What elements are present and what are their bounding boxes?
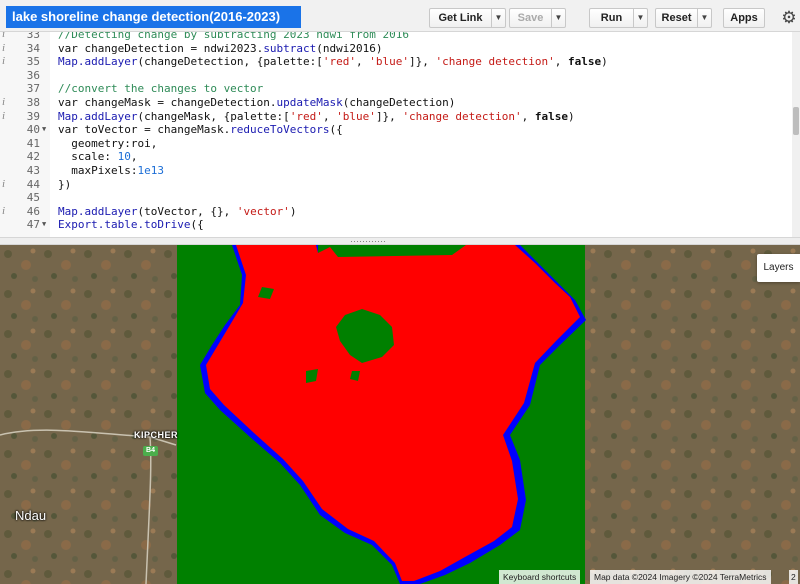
info-icon[interactable]: i xyxy=(2,55,12,69)
chevron-down-icon[interactable]: ▼ xyxy=(633,9,647,27)
code-line[interactable]: 36 xyxy=(0,69,792,83)
line-number: 37 xyxy=(26,82,40,96)
info-icon[interactable]: i xyxy=(2,32,12,42)
code-line[interactable]: 45 xyxy=(0,191,792,205)
line-number: 42 xyxy=(26,150,40,164)
info-icon[interactable]: i xyxy=(2,178,12,192)
reset-label: Reset xyxy=(661,12,692,24)
scale-indicator[interactable]: 2 xyxy=(789,570,798,584)
code-line[interactable]: i 35 Map.addLayer(changeDetection, {palett… xyxy=(0,55,792,69)
line-number: 35 xyxy=(26,55,40,69)
map-canvas[interactable] xyxy=(0,245,800,584)
get-link-label: Get Link xyxy=(438,12,483,24)
line-number: 47 xyxy=(26,218,40,232)
info-icon[interactable]: i xyxy=(2,110,12,124)
code-text: scale: 10, xyxy=(58,150,138,164)
code-line[interactable]: 41 geometry:roi, xyxy=(0,137,792,151)
reset-button[interactable]: Reset ▼ xyxy=(655,8,712,28)
line-number: 46 xyxy=(26,204,40,218)
line-number: 39 xyxy=(26,109,40,123)
editor-scrollbar-thumb[interactable] xyxy=(793,107,799,135)
run-button[interactable]: Run ▼ xyxy=(589,8,648,28)
chevron-down-icon[interactable]: ▼ xyxy=(551,9,565,27)
line-number: 40 xyxy=(26,123,40,137)
code-text: geometry:roi, xyxy=(58,136,158,150)
code-text: var changeMask = changeDetection.updateM… xyxy=(58,96,456,109)
get-link-button[interactable]: Get Link ▼ xyxy=(429,8,506,28)
line-number: 41 xyxy=(26,136,40,150)
editor-scrollbar[interactable] xyxy=(792,32,800,237)
code-text: Map.addLayer(changeMask, {palette:['red'… xyxy=(58,109,575,123)
code-line[interactable]: i 34 var changeDetection = ndwi2023.subtra… xyxy=(0,42,792,56)
panel-splitter[interactable] xyxy=(0,237,800,245)
drag-handle-icon[interactable] xyxy=(350,240,386,243)
fold-toggle-icon[interactable]: ▼ xyxy=(42,123,46,137)
code-line[interactable]: i 46 Map.addLayer(toVector, {}, 'vector') xyxy=(0,205,792,219)
line-number: 34 xyxy=(26,41,40,55)
info-icon[interactable]: i xyxy=(2,42,12,56)
layers-button[interactable]: Layers xyxy=(757,254,800,282)
road-shield-b4: B4 xyxy=(143,446,158,456)
code-text: //Detecting change by subtracting 2023 n… xyxy=(58,32,409,41)
map-view[interactable]: Layers xyxy=(0,245,800,584)
code-text: Map.addLayer(changeDetection, {palette:[… xyxy=(58,55,608,69)
line-number: 33 xyxy=(26,32,40,41)
code-line[interactable]: 40 ▼ var toVector = changeMask.reduceToVec… xyxy=(0,123,792,137)
gear-icon[interactable]: ⚙ xyxy=(778,7,800,29)
code-line[interactable]: 47 ▼ Export.table.toDrive({ xyxy=(0,218,792,232)
place-label-ndau: Ndau xyxy=(15,508,47,523)
code-line[interactable]: i 33 //Detecting change by subtracting 202… xyxy=(0,32,792,42)
keyboard-shortcuts-link[interactable]: Keyboard shortcuts xyxy=(499,570,581,584)
info-icon[interactable]: i xyxy=(2,205,12,219)
code-line[interactable]: i 39 Map.addLayer(changeMask, {palette:['r… xyxy=(0,110,792,124)
script-title: lake shoreline change detection(2016-202… xyxy=(6,6,301,28)
line-number: 36 xyxy=(26,68,40,82)
save-button[interactable]: Save ▼ xyxy=(509,8,566,28)
map-attribution: Map data ©2024 Imagery ©2024 TerraMetric… xyxy=(590,570,771,584)
info-icon[interactable]: i xyxy=(2,96,12,110)
code-line[interactable]: 43 maxPixels:1e13 xyxy=(0,164,792,178)
place-label-kipcher: KIPCHER xyxy=(134,430,179,440)
fold-toggle-icon[interactable]: ▼ xyxy=(42,218,46,232)
code-line[interactable]: 42 scale: 10, xyxy=(0,150,792,164)
line-number: 45 xyxy=(26,191,40,205)
code-text: var changeDetection = ndwi2023.subtract(… xyxy=(58,41,383,55)
apps-button[interactable]: Apps xyxy=(723,8,765,28)
code-editor[interactable]: i 33 //Detecting change by subtracting 202… xyxy=(0,32,800,237)
toolbar: lake shoreline change detection(2016-202… xyxy=(0,0,800,32)
code-line[interactable]: i 44}) xyxy=(0,178,792,192)
line-number: 44 xyxy=(26,177,40,191)
chevron-down-icon[interactable]: ▼ xyxy=(491,9,505,27)
code-text: maxPixels:1e13 xyxy=(58,164,164,177)
run-label: Run xyxy=(600,12,623,24)
line-number: 43 xyxy=(26,164,40,177)
code-text: //convert the changes to vector xyxy=(58,82,264,96)
code-line[interactable]: i 38 var changeMask = changeDetection.upda… xyxy=(0,96,792,110)
code-line[interactable]: 37 //convert the changes to vector xyxy=(0,82,792,96)
code-text: Export.table.toDrive({ xyxy=(58,218,204,232)
apps-label: Apps xyxy=(730,12,758,24)
code-text: Map.addLayer(toVector, {}, 'vector') xyxy=(58,204,297,218)
code-text: var toVector = changeMask.reduceToVector… xyxy=(58,123,343,137)
save-label: Save xyxy=(517,12,544,24)
code-text: }) xyxy=(58,177,72,191)
chevron-down-icon[interactable]: ▼ xyxy=(697,9,711,27)
line-number: 38 xyxy=(26,96,40,109)
